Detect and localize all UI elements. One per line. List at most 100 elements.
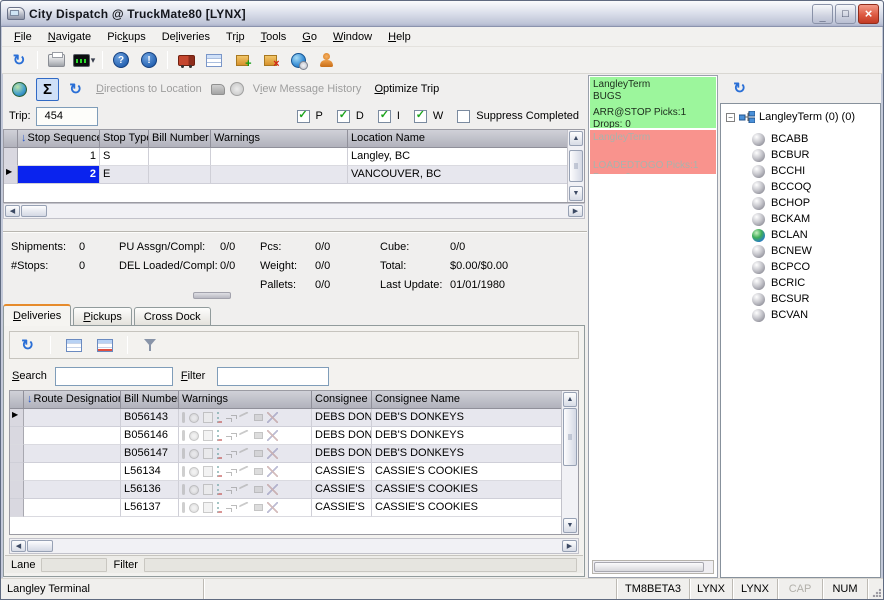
cell-warnings[interactable] <box>179 463 312 481</box>
cell-consignee[interactable]: DEBS DONKE <box>312 445 372 463</box>
map-button[interactable] <box>8 78 31 101</box>
column-consignee[interactable]: Consignee <box>312 391 372 409</box>
print-button[interactable] <box>43 49 69 72</box>
cell-stop-type[interactable]: E <box>100 166 149 184</box>
deliveries-refresh-button[interactable]: ↻ <box>16 334 39 357</box>
tree-item-bclan[interactable]: BCLAN <box>721 227 880 243</box>
search-input[interactable] <box>55 367 173 386</box>
cell-consignee[interactable]: DEBS DONKE <box>312 427 372 445</box>
cards-horizontal-scrollbar[interactable] <box>592 560 714 574</box>
cell-bill-number[interactable]: L56134 <box>121 463 179 481</box>
cell-consignee-name[interactable]: CASSIE'S COOKIES <box>372 481 578 499</box>
scroll-right-button[interactable]: ▶ <box>562 540 577 552</box>
info-button[interactable]: ! <box>136 49 162 72</box>
cell-stop-type[interactable]: S <box>100 148 149 166</box>
cell-location-name[interactable]: Langley, BC <box>348 148 584 166</box>
tree-root-langleyterm[interactable]: − LangleyTerm (0) (0) <box>721 104 880 125</box>
trip-card-495[interactable]: LangleyTerm BUGS ARR@STOP Picks:1 Drops:… <box>590 77 716 128</box>
menu-go[interactable]: Go <box>294 28 325 46</box>
lane-filter-value-cell[interactable] <box>144 558 577 572</box>
cell-warnings[interactable] <box>179 427 312 445</box>
menu-help[interactable]: Help <box>380 28 419 46</box>
view-message-history-link[interactable]: View Message History <box>253 83 362 95</box>
deliveries-vertical-scrollbar[interactable]: ▲ ▼ <box>561 391 578 534</box>
cell-warnings[interactable] <box>211 166 348 184</box>
column-stop-sequence[interactable]: ↓Stop Sequence <box>18 130 100 148</box>
trip-card-454[interactable]: LangleyTerm LOADEDTOGO Picks:1 Drops: 0 … <box>590 130 716 174</box>
cell-consignee[interactable]: CASSIE'S <box>312 499 372 517</box>
maximize-button[interactable]: □ <box>835 4 856 24</box>
cell-warnings[interactable] <box>211 148 348 166</box>
stops-horizontal-scrollbar[interactable]: ◀ ▶ <box>3 203 585 219</box>
collapse-icon[interactable]: − <box>726 113 735 122</box>
column-consignee-name[interactable]: Consignee Name <box>372 391 578 409</box>
delivery-row[interactable]: B056146 DEBS DONKE DEB'S DONKEYS <box>10 427 578 445</box>
tree-item-bcric[interactable]: BCRIC <box>721 275 880 291</box>
cell-bill-number[interactable]: L56137 <box>121 499 179 517</box>
scrollbar-thumb[interactable] <box>594 562 704 572</box>
horizontal-splitter[interactable] <box>3 291 587 300</box>
tab-pickups[interactable]: Pickups <box>73 307 132 326</box>
cell-bill-number[interactable]: L56136 <box>121 481 179 499</box>
cell-route-designation[interactable] <box>24 463 121 481</box>
cell-warnings[interactable] <box>179 445 312 463</box>
truck-button[interactable] <box>173 49 199 72</box>
titlebar[interactable]: City Dispatch @ TruckMate80 [LYNX] _ □ × <box>1 1 883 27</box>
cell-warnings[interactable] <box>179 499 312 517</box>
add-shipment-button[interactable]: + <box>229 49 255 72</box>
cell-consignee[interactable]: CASSIE'S <box>312 463 372 481</box>
tab-cross-dock[interactable]: Cross Dock <box>134 307 211 326</box>
refresh-button[interactable]: ↻ <box>6 49 32 72</box>
cell-bill-number[interactable]: B056147 <box>121 445 179 463</box>
tree-item-bcchi[interactable]: BCCHI <box>721 163 880 179</box>
column-stop-type[interactable]: Stop Type <box>100 130 149 148</box>
menu-trip[interactable]: Trip <box>218 28 253 46</box>
checkbox-d[interactable]: ✓ <box>337 110 350 123</box>
tree-item-bcsur[interactable]: BCSUR <box>721 291 880 307</box>
deliveries-horizontal-scrollbar[interactable]: ◀ ▶ <box>9 538 579 554</box>
cell-bill-number[interactable] <box>149 148 211 166</box>
terminal-monitor-button[interactable]: ▾ <box>71 49 97 72</box>
stops-row[interactable]: 1 S Langley, BC <box>4 148 584 166</box>
column-bill-number[interactable]: Bill Number <box>149 130 211 148</box>
menu-file[interactable]: File <box>6 28 40 46</box>
scroll-up-button[interactable]: ▲ <box>563 392 577 407</box>
grid-view-button[interactable] <box>62 334 85 357</box>
scrollbar-thumb[interactable] <box>563 408 577 466</box>
column-warnings[interactable]: Warnings <box>179 391 312 409</box>
cell-consignee-name[interactable]: DEB'S DONKEYS <box>372 427 578 445</box>
scroll-down-button[interactable]: ▼ <box>569 186 583 201</box>
trip-number-field[interactable]: 454 <box>36 107 98 126</box>
cell-bill-number[interactable]: B056143 <box>121 409 179 427</box>
column-warnings[interactable]: Warnings <box>211 130 348 148</box>
cell-consignee-name[interactable]: DEB'S DONKEYS <box>372 445 578 463</box>
tree-refresh-button[interactable]: ↻ <box>728 77 751 100</box>
checkbox-w[interactable]: ✓ <box>414 110 427 123</box>
cell-consignee-name[interactable]: CASSIE'S COOKIES <box>372 499 578 517</box>
tab-deliveries[interactable]: Deliveries <box>3 304 71 326</box>
directions-to-location-link[interactable]: Directions to Location <box>96 83 202 95</box>
delivery-row[interactable]: ▶ B056143 DEBS DONKE DEB'S DONKEYS <box>10 409 578 427</box>
scroll-left-button[interactable]: ◀ <box>5 205 20 217</box>
summary-toggle-button[interactable]: Σ <box>36 78 59 101</box>
scroll-left-button[interactable]: ◀ <box>11 540 26 552</box>
scrollbar-thumb[interactable] <box>21 205 47 217</box>
stops-vertical-scrollbar[interactable]: ▲ ▼ <box>567 130 584 202</box>
cell-location-name[interactable]: VANCOUVER, BC <box>348 166 584 184</box>
delivery-row[interactable]: L56136 CASSIE'S CASSIE'S COOKIES <box>10 481 578 499</box>
zones-button[interactable] <box>285 49 311 72</box>
cell-consignee-name[interactable]: DEB'S DONKEYS <box>372 409 578 427</box>
cell-bill-number[interactable]: B056146 <box>121 427 179 445</box>
driver-button[interactable] <box>313 49 339 72</box>
splitter-handle[interactable] <box>193 292 231 299</box>
column-location-name[interactable]: Location Name <box>348 130 584 148</box>
cell-consignee[interactable]: CASSIE'S <box>312 481 372 499</box>
scroll-right-button[interactable]: ▶ <box>568 205 583 217</box>
cell-route-designation[interactable] <box>24 409 121 427</box>
menu-deliveries[interactable]: Deliveries <box>154 28 218 46</box>
stops-row-selected[interactable]: ▶ 2 E VANCOUVER, BC <box>4 166 584 184</box>
resize-grip[interactable] <box>868 579 883 599</box>
tree-item-bcabb[interactable]: BCABB <box>721 131 880 147</box>
menu-navigate[interactable]: Navigate <box>40 28 99 46</box>
cell-stop-sequence[interactable]: 1 <box>18 148 100 166</box>
